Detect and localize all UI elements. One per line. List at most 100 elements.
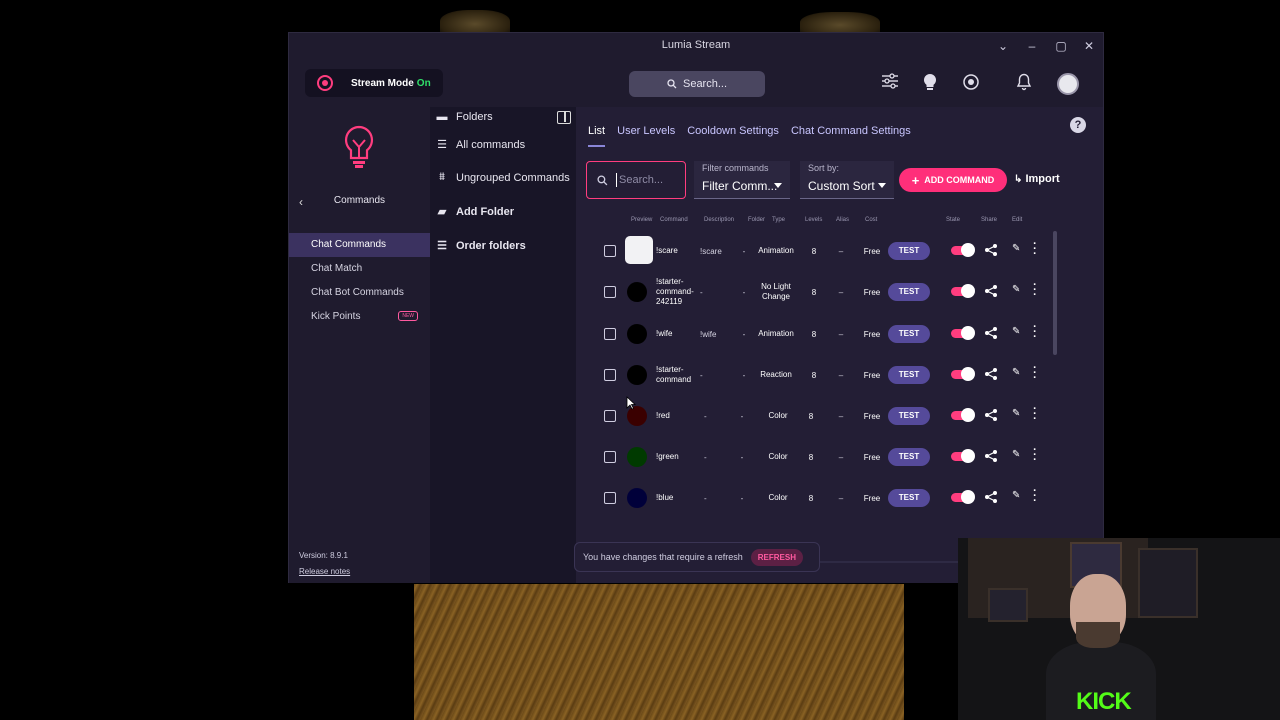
state-toggle[interactable] — [951, 284, 975, 298]
more-vert-icon[interactable]: · · · — [1032, 445, 1038, 466]
add-folder-button[interactable]: ▰ Add Folder — [435, 205, 514, 219]
stream-mode-label: Stream Mode — [351, 77, 414, 89]
more-vert-icon[interactable]: · · · — [1032, 404, 1038, 425]
command-search-input[interactable]: Search... — [586, 161, 686, 199]
lightbulb-settings-icon[interactable] — [919, 73, 941, 95]
tab-cooldown-settings[interactable]: Cooldown Settings — [687, 125, 779, 147]
share-icon[interactable] — [984, 243, 998, 257]
edit-icon[interactable]: ✎ — [1012, 490, 1020, 501]
lumia-stream-window: Lumia Stream ⌄ – ▢ ✕ Stream Mode On Sear… — [288, 32, 1104, 583]
row-checkbox[interactable] — [604, 245, 616, 257]
filter-commands-select[interactable]: Filter commands Filter Comm... — [694, 161, 790, 199]
state-toggle[interactable] — [951, 490, 975, 504]
table-scrollbar[interactable] — [1053, 231, 1057, 355]
edit-icon[interactable]: ✎ — [1012, 367, 1020, 378]
test-button[interactable]: TEST — [888, 407, 930, 425]
command-folder: - — [742, 329, 746, 339]
global-search-button[interactable]: Search... — [629, 71, 765, 97]
row-checkbox[interactable] — [604, 328, 616, 340]
test-button[interactable]: TEST — [888, 325, 930, 343]
sort-label: Sort by: — [808, 163, 840, 173]
row-checkbox[interactable] — [604, 451, 616, 463]
sort-value: Custom Sort — [808, 179, 875, 193]
integrations-icon[interactable] — [960, 73, 982, 95]
more-vert-icon[interactable]: · · · — [1032, 486, 1038, 507]
table-row[interactable]: !wife !wife - Animation 8 – Free TEST ✎ … — [576, 314, 1046, 354]
nav-item-label: Kick Points — [311, 311, 361, 322]
col-type: Type — [772, 217, 786, 223]
nav-item-chat-match[interactable]: Chat Match — [289, 257, 430, 281]
order-folders-button[interactable]: ☰ Order folders — [435, 239, 526, 253]
nav-item-kick-points[interactable]: Kick Points NEW — [289, 305, 430, 329]
state-toggle[interactable] — [951, 408, 975, 422]
bell-icon[interactable] — [1013, 73, 1035, 95]
command-cost: Free — [863, 493, 881, 503]
more-vert-icon[interactable]: · · · — [1032, 280, 1038, 301]
tab-user-levels[interactable]: User Levels — [617, 125, 675, 147]
row-checkbox[interactable] — [604, 369, 616, 381]
command-description: !wife — [700, 329, 717, 339]
release-notes-link[interactable]: Release notes — [299, 567, 350, 576]
nav-item-chat-commands[interactable]: Chat Commands — [289, 233, 430, 257]
avatar[interactable] — [1057, 73, 1079, 95]
test-button[interactable]: TEST — [888, 366, 930, 384]
sliders-icon[interactable] — [879, 73, 901, 95]
command-description: - — [700, 370, 703, 380]
share-icon[interactable] — [984, 490, 998, 504]
add-command-button[interactable]: + ADD COMMAND — [899, 168, 1007, 192]
command-name: !starter-command — [656, 365, 692, 384]
test-button[interactable]: TEST — [888, 242, 930, 260]
share-icon[interactable] — [984, 367, 998, 381]
row-checkbox[interactable] — [604, 410, 616, 422]
row-checkbox[interactable] — [604, 286, 616, 298]
folder-item-all-commands[interactable]: ☰ All commands — [435, 138, 525, 152]
col-edit: Edit — [1012, 217, 1023, 223]
maximize-button[interactable]: ▢ — [1047, 37, 1075, 55]
help-icon[interactable]: ? — [1070, 117, 1086, 133]
collapse-panel-icon[interactable] — [557, 111, 571, 124]
table-row[interactable]: !starter-command - - Reaction 8 – Free T… — [576, 355, 1046, 395]
state-toggle[interactable] — [951, 367, 975, 381]
tab-chat-command-settings[interactable]: Chat Command Settings — [791, 125, 911, 147]
more-vert-icon[interactable]: · · · — [1032, 363, 1038, 384]
stream-mode-toggle[interactable]: Stream Mode On — [305, 69, 443, 97]
preview-swatch — [627, 488, 647, 508]
test-button[interactable]: TEST — [888, 489, 930, 507]
minimize-button[interactable]: – — [1018, 37, 1046, 55]
edit-icon[interactable]: ✎ — [1012, 243, 1020, 254]
edit-icon[interactable]: ✎ — [1012, 326, 1020, 337]
share-icon[interactable] — [984, 408, 998, 422]
more-vert-icon[interactable]: · · · — [1032, 322, 1038, 343]
edit-icon[interactable]: ✎ — [1012, 408, 1020, 419]
edit-icon[interactable]: ✎ — [1012, 449, 1020, 460]
edit-icon[interactable]: ✎ — [1012, 284, 1020, 295]
sort-by-select[interactable]: Sort by: Custom Sort — [800, 161, 894, 199]
table-row[interactable]: !red - - Color 8 – Free TEST ✎ · · · — [576, 396, 1046, 436]
share-icon[interactable] — [984, 326, 998, 340]
close-button[interactable]: ✕ — [1075, 37, 1103, 55]
folder-item-ungrouped[interactable]: ⩩ Ungrouped Commands — [435, 171, 570, 184]
dropdown-icon[interactable]: ⌄ — [989, 37, 1017, 55]
import-button[interactable]: ↳ Import — [1014, 173, 1060, 185]
table-row[interactable]: !green - - Color 8 – Free TEST ✎ · · · — [576, 437, 1046, 477]
table-row[interactable]: !blue - - Color 8 – Free TEST ✎ · · · — [576, 478, 1046, 518]
state-toggle[interactable] — [951, 326, 975, 340]
chevron-down-icon — [878, 183, 886, 188]
command-cost: Free — [863, 370, 881, 380]
tab-list[interactable]: List — [588, 125, 606, 147]
command-type: No Light Change — [761, 282, 791, 301]
test-button[interactable]: TEST — [888, 283, 930, 301]
share-icon[interactable] — [984, 284, 998, 298]
nav-item-chat-bot-commands[interactable]: Chat Bot Commands — [289, 281, 430, 305]
more-vert-icon[interactable]: · · · — [1032, 239, 1038, 260]
share-icon[interactable] — [984, 449, 998, 463]
table-row[interactable]: !scare !scare - Animation 8 – Free TEST … — [576, 231, 1046, 271]
state-toggle[interactable] — [951, 243, 975, 257]
row-checkbox[interactable] — [604, 492, 616, 504]
test-button[interactable]: TEST — [888, 448, 930, 466]
command-name: !scare — [656, 246, 678, 255]
table-row[interactable]: !starter-command-242119 - - No Light Cha… — [576, 272, 1046, 312]
stream-mode-state: On — [416, 77, 431, 89]
refresh-button[interactable]: REFRESH — [750, 548, 804, 566]
state-toggle[interactable] — [951, 449, 975, 463]
